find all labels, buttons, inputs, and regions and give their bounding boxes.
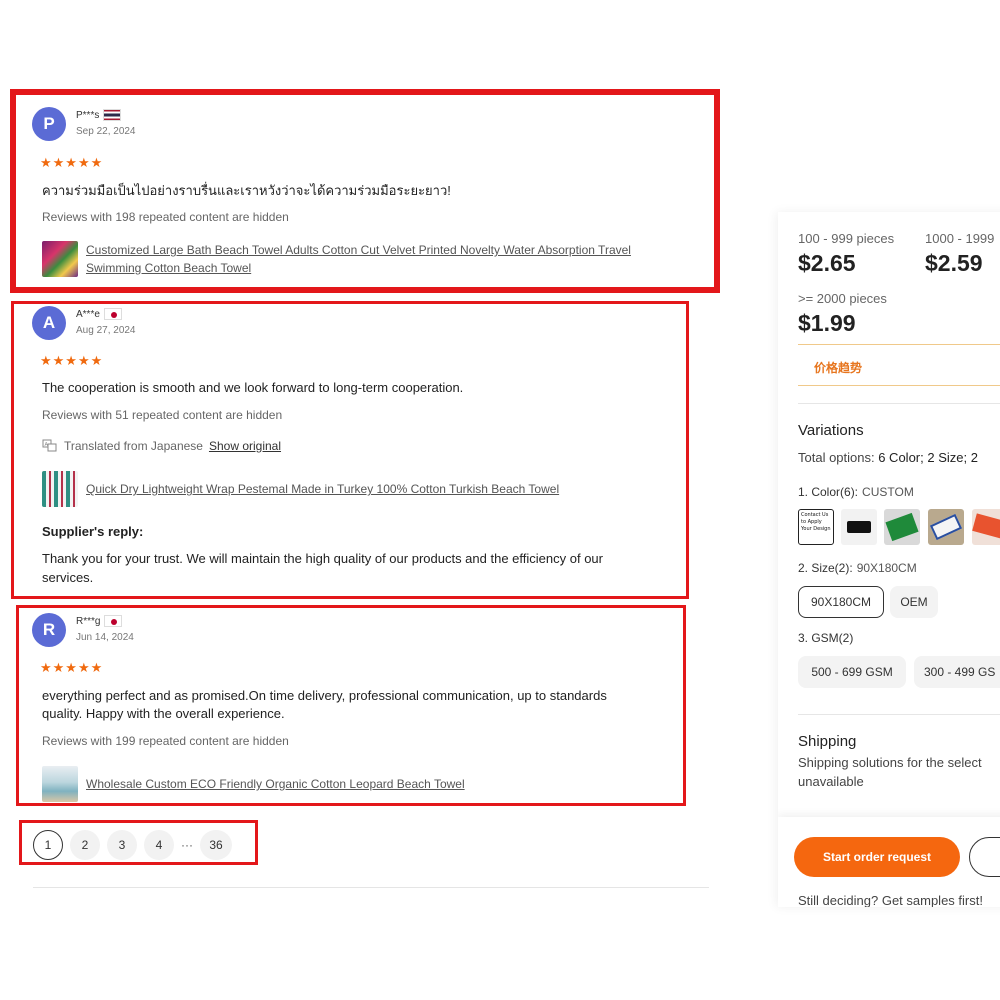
product-link[interactable]: Quick Dry Lightweight Wrap Pestemal Made… — [86, 480, 559, 498]
price-tier-value: $2.59 — [925, 250, 983, 276]
color-label: 1. Color(6): — [798, 485, 859, 499]
review-product[interactable]: Wholesale Custom ECO Friendly Organic Co… — [42, 766, 465, 802]
avatar: P — [32, 107, 66, 141]
gsm-option-300-499[interactable]: 300 - 499 GS — [914, 656, 1000, 688]
size-option-label: 2. Size(2): 90X180CM — [798, 561, 917, 575]
shipping-text-line: unavailable — [798, 774, 864, 789]
product-link-line[interactable]: Swimming Cotton Beach Towel — [86, 259, 631, 277]
color-swatch[interactable] — [884, 509, 920, 545]
order-panel: 100 - 999 pieces $2.65 1000 - 1999 $2.59… — [778, 212, 1000, 907]
color-option-label: 1. Color(6): CUSTOM — [798, 485, 914, 499]
swatch-label-shape — [972, 513, 1000, 539]
reviewer-name: A***e — [76, 308, 122, 320]
price-tier-value: $2.65 — [798, 250, 856, 276]
divider — [798, 714, 1000, 715]
color-swatch[interactable] — [928, 509, 964, 545]
japan-flag-icon — [103, 308, 122, 320]
shipping-title: Shipping — [798, 733, 857, 750]
thailand-flag-icon — [103, 109, 122, 121]
price-tier-label: 1000 - 1999 — [925, 231, 995, 246]
divider — [798, 403, 1000, 404]
review-date: Aug 27, 2024 — [76, 325, 136, 336]
pagination: 1 2 3 4 ··· 36 — [33, 830, 232, 860]
japan-flag-icon — [104, 615, 123, 627]
hidden-reviews-note: Reviews with 198 repeated content are hi… — [42, 210, 289, 224]
total-options-label: Total options: — [798, 450, 879, 465]
swatch-label-shape — [929, 513, 963, 541]
gsm-option-label: 3. GSM(2) — [798, 631, 854, 645]
page-button-last[interactable]: 36 — [200, 830, 232, 860]
price-tier-label: >= 2000 pieces — [798, 291, 887, 306]
reviewer-name: P***s — [76, 109, 122, 121]
variations-title: Variations — [798, 422, 864, 439]
hidden-reviews-note: Reviews with 51 repeated content are hid… — [42, 408, 283, 422]
product-thumbnail[interactable] — [42, 241, 78, 277]
review-text: quality. Happy with the overall experien… — [42, 706, 285, 721]
start-order-button[interactable]: Start order request — [794, 837, 960, 877]
review-text: ความร่วมมือเป็นไปอย่างราบรื่นและเราหวังว… — [42, 183, 451, 198]
color-swatch-custom[interactable]: Contact Us to Apply Your Design — [798, 509, 834, 545]
reviewer-name: R***g — [76, 615, 123, 627]
shipping-text: Shipping solutions for the select unavai… — [798, 753, 1000, 791]
swatch-label-shape — [847, 521, 871, 533]
translated-label: Translated from Japanese — [64, 439, 203, 453]
svg-text:A: A — [45, 442, 49, 448]
translation-note: A Translated from Japanese Show original — [42, 439, 281, 453]
avatar: A — [32, 306, 66, 340]
review-date: Jun 14, 2024 — [76, 632, 134, 643]
rating-stars: ★★★★★ — [40, 660, 104, 675]
supplier-reply-text: services. — [42, 570, 94, 585]
total-options-value: 6 Color; 2 Size; 2 — [878, 450, 978, 465]
pagination-ellipsis: ··· — [181, 838, 193, 852]
swatch-text: Contact Us to Apply Your Design — [801, 512, 831, 532]
page-button-2[interactable]: 2 — [70, 830, 100, 860]
supplier-reply-text: Thank you for your trust. We will mainta… — [42, 551, 603, 566]
order-actions: Start order request Still deciding? Get … — [778, 817, 1000, 907]
product-thumbnail[interactable] — [42, 471, 78, 507]
product-link[interactable]: Customized Large Bath Beach Towel Adults… — [86, 241, 631, 277]
shipping-text-line: Shipping solutions for the select — [798, 755, 982, 770]
rating-stars: ★★★★★ — [40, 155, 104, 170]
price-trend-box: 价格趋势 — [798, 344, 1000, 386]
gsm-option-500-699[interactable]: 500 - 699 GSM — [798, 656, 906, 688]
price-trend-link[interactable]: 价格趋势 — [814, 359, 862, 376]
reviewer-name-text: P***s — [76, 109, 100, 121]
size-option-oem[interactable]: OEM — [890, 586, 938, 618]
translate-icon: A — [42, 439, 57, 452]
page-button-4[interactable]: 4 — [144, 830, 174, 860]
product-link-line[interactable]: Customized Large Bath Beach Towel Adults… — [86, 241, 631, 259]
supplier-reply-title: Supplier's reply: — [42, 524, 144, 539]
hidden-reviews-note: Reviews with 199 repeated content are hi… — [42, 734, 289, 748]
review-text: The cooperation is smooth and we look fo… — [42, 380, 464, 395]
review-date: Sep 22, 2024 — [76, 126, 136, 137]
product-thumbnail[interactable] — [42, 766, 78, 802]
color-value: CUSTOM — [862, 485, 914, 499]
size-value: 90X180CM — [856, 561, 917, 575]
reviewer-name-text: R***g — [76, 615, 101, 627]
total-options: Total options: 6 Color; 2 Size; 2 — [798, 450, 978, 465]
size-label: 2. Size(2): — [798, 561, 853, 575]
review-product[interactable]: Customized Large Bath Beach Towel Adults… — [42, 241, 631, 277]
divider — [33, 887, 709, 888]
page-button-3[interactable]: 3 — [107, 830, 137, 860]
page-button-1[interactable]: 1 — [33, 830, 63, 860]
swatch-label-shape — [885, 512, 919, 542]
price-tier-label: 100 - 999 pieces — [798, 231, 895, 246]
color-swatch[interactable] — [972, 509, 1000, 545]
size-option-90x180[interactable]: 90X180CM — [798, 586, 884, 618]
price-tier-value: $1.99 — [798, 310, 856, 336]
samples-prompt: Still deciding? Get samples first! — [798, 893, 983, 907]
review-product[interactable]: Quick Dry Lightweight Wrap Pestemal Made… — [42, 471, 559, 507]
reviewer-name-text: A***e — [76, 308, 100, 320]
secondary-action-button[interactable] — [969, 837, 1000, 877]
review-text: everything perfect and as promised.On ti… — [42, 688, 607, 703]
rating-stars: ★★★★★ — [40, 353, 104, 368]
product-link[interactable]: Wholesale Custom ECO Friendly Organic Co… — [86, 775, 465, 793]
show-original-link[interactable]: Show original — [209, 439, 281, 453]
avatar: R — [32, 613, 66, 647]
color-swatch[interactable] — [841, 509, 877, 545]
